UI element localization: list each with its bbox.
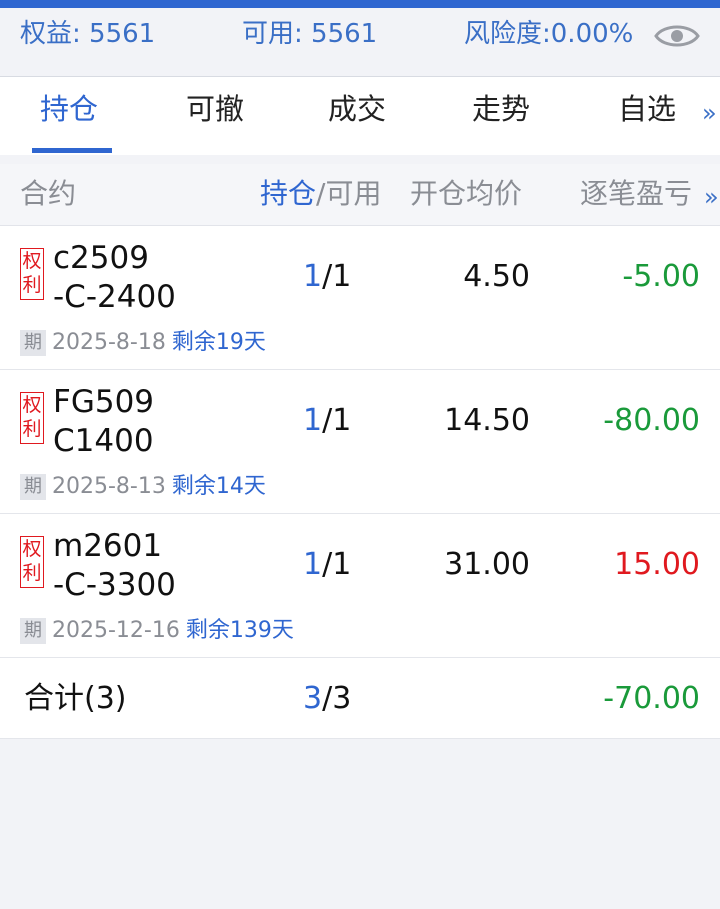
tab-trend[interactable]: 走势: [472, 91, 530, 127]
total-qty: 3/3: [303, 680, 351, 718]
badge-top-char: 权: [22, 250, 42, 272]
badge-top-char: 权: [22, 538, 42, 560]
avg-price: 31.00: [444, 547, 530, 582]
expiry-info: 期 2025-12-16 剩余139天: [20, 618, 294, 644]
expiry-date: 2025-12-16: [52, 618, 180, 643]
expiry-date: 2025-8-13: [52, 474, 166, 499]
account-summary: 权益: 5561 可用: 5561 风险度:0.00%: [0, 8, 720, 77]
badge-bottom-char: 利: [22, 274, 42, 296]
expiry-tag: 期: [20, 474, 46, 500]
expiry-info: 期 2025-8-18 剩余19天: [20, 330, 266, 356]
position-row[interactable]: 权 利 FG509 C1400 1/1 14.50 -80.00 期 2025-8…: [0, 370, 720, 514]
days-remaining: 剩余139天: [185, 618, 294, 643]
header-avg-price[interactable]: 开仓均价: [410, 177, 522, 211]
tab-watchlist[interactable]: 自选: [618, 91, 676, 127]
available-label: 可用: 5561: [242, 19, 378, 49]
contract-name-line1: c2509: [53, 240, 149, 276]
total-label: 合计(3): [24, 681, 127, 716]
pnl-value: -5.00: [622, 259, 700, 294]
position-qty: 1/1: [303, 258, 351, 296]
position-row[interactable]: 权 利 c2509 -C-2400 1/1 4.50 -5.00 期 2025-8…: [0, 226, 720, 370]
eye-icon[interactable]: [654, 22, 700, 50]
pnl-value: 15.00: [614, 547, 700, 582]
header-pnl[interactable]: 逐笔盈亏: [580, 177, 692, 211]
tab-bar: 持仓 可撤 成交 走势 自选 »: [0, 77, 720, 155]
pnl-value: -80.00: [603, 403, 700, 438]
expiry-info: 期 2025-8-13 剩余14天: [20, 474, 266, 500]
expiry-date: 2025-8-18: [52, 330, 166, 355]
qty-held: 1: [303, 403, 323, 438]
positions-list: 权 利 c2509 -C-2400 1/1 4.50 -5.00 期 2025-8…: [0, 226, 720, 739]
header-position-available: /可用: [316, 177, 382, 210]
qty-available: /1: [322, 547, 352, 582]
tab-cancelable[interactable]: 可撤: [186, 91, 244, 127]
header-contract[interactable]: 合约: [20, 177, 76, 211]
contract-name-line2: -C-2400: [53, 279, 176, 315]
position-row[interactable]: 权 利 m2601 -C-3300 1/1 31.00 15.00 期 2025-…: [0, 514, 720, 658]
contract-name-line1: m2601: [53, 528, 163, 564]
qty-available: /1: [322, 259, 352, 294]
qty-held: 1: [303, 259, 323, 294]
equity-label: 权益: 5561: [20, 19, 156, 49]
contract-name-line1: FG509: [53, 384, 155, 420]
expiry-tag: 期: [20, 330, 46, 356]
option-badge: 权 利: [20, 536, 44, 588]
days-remaining: 剩余19天: [171, 330, 266, 355]
tabs-more-icon[interactable]: »: [702, 99, 717, 127]
header-more-icon[interactable]: »: [704, 180, 719, 214]
total-qty-available: /3: [322, 681, 352, 716]
days-remaining: 剩余14天: [171, 474, 266, 499]
position-qty: 1/1: [303, 402, 351, 440]
tab-trades[interactable]: 成交: [328, 91, 386, 127]
total-pnl: -70.00: [603, 681, 700, 716]
active-tab-indicator: [32, 148, 112, 153]
contract-name-line2: C1400: [53, 423, 154, 459]
avg-price: 4.50: [463, 259, 530, 294]
total-qty-held: 3: [303, 681, 323, 716]
position-qty: 1/1: [303, 546, 351, 584]
tab-positions[interactable]: 持仓: [40, 91, 98, 127]
expiry-tag: 期: [20, 618, 46, 644]
badge-bottom-char: 利: [22, 418, 42, 440]
option-badge: 权 利: [20, 392, 44, 444]
table-header: 合约 持仓/可用 开仓均价 逐笔盈亏 »: [0, 164, 720, 226]
avg-price: 14.50: [444, 403, 530, 438]
qty-available: /1: [322, 403, 352, 438]
total-row: 合计(3) 3/3 -70.00: [0, 658, 720, 739]
contract-name-line2: -C-3300: [53, 567, 176, 603]
top-accent-bar: [0, 0, 720, 8]
header-position[interactable]: 持仓/可用: [260, 177, 381, 211]
badge-bottom-char: 利: [22, 562, 42, 584]
badge-top-char: 权: [22, 394, 42, 416]
option-badge: 权 利: [20, 248, 44, 300]
risk-label: 风险度:0.00%: [464, 19, 634, 49]
qty-held: 1: [303, 547, 323, 582]
header-position-held: 持仓: [260, 177, 317, 210]
